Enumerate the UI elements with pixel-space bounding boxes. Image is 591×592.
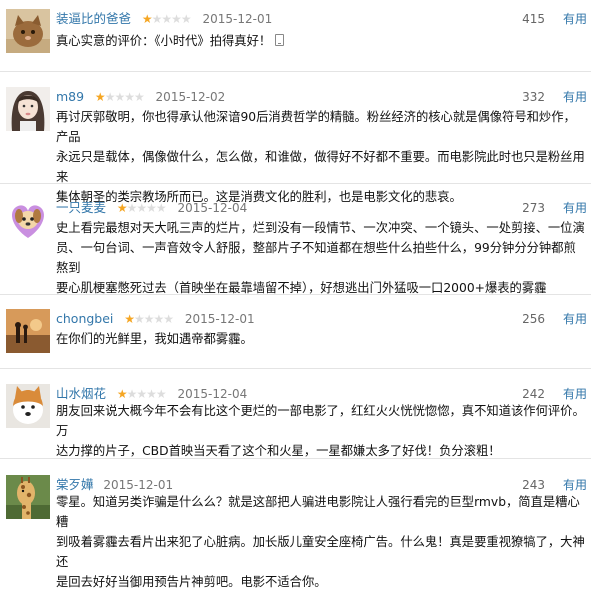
giraffe-avatar[interactable]: [6, 475, 50, 519]
star-rating: ★★★★★: [124, 312, 174, 326]
username-link[interactable]: m89: [56, 89, 84, 104]
brown-cat-avatar[interactable]: [6, 9, 50, 53]
review-text: 真心实意的评价：《小时代》拍得真好！: [56, 31, 585, 51]
useful-button[interactable]: 有用: [563, 199, 587, 217]
review-item: 装逼比的爸爸 ★★★★★ 2015-12-01 415 有用 真心实意的评价：《…: [0, 9, 591, 63]
divider: [0, 368, 591, 369]
review-item: 一只麦麦 ★★★★★ 2015-12-04 273 有用 史上看完最想对天大吼三…: [0, 198, 591, 295]
cartoon-dog-heart-avatar[interactable]: [6, 198, 50, 242]
review-text: 朋友回来说大概今年不会有比这个更烂的一部电影了，红红火火恍恍惚惚，真不知道该作何…: [56, 404, 585, 458]
review-date: 2015-12-04: [177, 201, 248, 215]
username-link[interactable]: chongbei: [56, 311, 113, 326]
review-text: 零星。知道另类诈骗是什么么？就是这部把人骗进电影院让人强行看完的巨型rmvb，简…: [56, 495, 585, 589]
review-date: 2015-12-01: [103, 478, 174, 492]
username-link[interactable]: 一只麦麦: [56, 200, 106, 215]
sunset-silhouette-avatar[interactable]: [6, 309, 50, 353]
review-item: 棠歹嬅 2015-12-01 243 有用 零星。知道另类诈骗是什么么？就是这部…: [0, 475, 591, 589]
review-item: 山水烟花 ★★★★★ 2015-12-04 242 有用 朋友回来说大概今年不会…: [0, 384, 591, 458]
review-date: 2015-12-01: [184, 312, 255, 326]
review-text: 在你们的光鲜里，我如遇帝都雾霾。: [56, 332, 253, 346]
star-rating: ★★★★★: [94, 90, 145, 104]
review-date: 2015-12-01: [202, 12, 273, 26]
review-date: 2015-12-02: [155, 90, 226, 104]
vote-count: 256: [522, 312, 545, 326]
username-link[interactable]: 装逼比的爸爸: [56, 11, 131, 26]
divider: [0, 294, 591, 295]
girl-portrait-avatar[interactable]: [6, 87, 50, 131]
divider: [0, 458, 591, 459]
review-text: 再讨厌郭敬明，你也得承认他深谙90后消费哲学的精髓。粉丝经济的核心就是偶像符号和…: [56, 110, 585, 204]
star-rating: ★★★★★: [141, 12, 192, 26]
star-rating: ★★★★★: [116, 201, 167, 215]
review-date: 2015-12-04: [177, 387, 248, 401]
review-text: 史上看完最想对天大吼三声的烂片，烂到没有一段情节、一次冲突、一个镜头、一处剪接、…: [56, 221, 585, 295]
useful-button[interactable]: 有用: [563, 10, 587, 28]
mobile-phone-icon: [275, 34, 285, 46]
vote-count: 273: [522, 201, 545, 215]
username-link[interactable]: 棠歹嬅: [56, 477, 94, 492]
review-item: m89 ★★★★★ 2015-12-02 332 有用 再讨厌郭敬明，你也得承认…: [0, 87, 591, 204]
divider: [0, 183, 591, 184]
username-link[interactable]: 山水烟花: [56, 386, 106, 401]
vote-count: 415: [522, 12, 545, 26]
divider: [0, 71, 591, 72]
review-item: chongbei ★★★★★ 2015-12-01 256 有用 在你们的光鲜里…: [0, 309, 591, 357]
shiba-dog-avatar[interactable]: [6, 384, 50, 428]
useful-button[interactable]: 有用: [563, 310, 587, 328]
vote-count: 332: [522, 90, 545, 104]
useful-button[interactable]: 有用: [563, 88, 587, 106]
